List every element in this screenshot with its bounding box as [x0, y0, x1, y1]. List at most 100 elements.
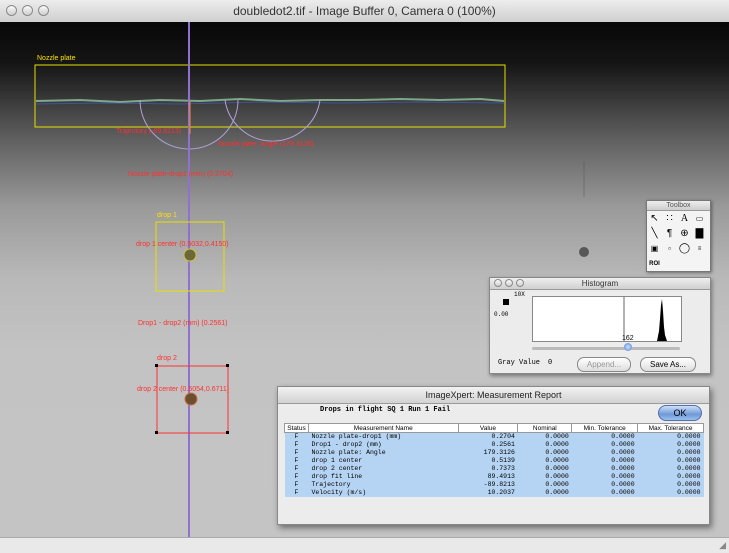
trajectory-label: Trajectory (-89.8213) — [116, 128, 182, 135]
toolbox-palette[interactable]: Toolbox ↖ ∷ A ▭ ╲ ¶ ⊕ ▇ ▣ ▫ ◯ ≡ ROI — [646, 200, 711, 272]
min-tolerance-cell: 0.0000 — [571, 432, 638, 441]
histogram-slider-value: 162 — [622, 335, 634, 342]
name-cell: Nozzle plate: Angle — [308, 449, 458, 457]
max-tolerance-cell: 0.0000 — [637, 481, 704, 489]
nominal-cell: 0.0000 — [517, 481, 572, 489]
min-tolerance-cell: 0.0000 — [571, 441, 638, 449]
value-cell: -89.8213 — [458, 481, 518, 489]
table-row[interactable]: F drop 2 center 0.7373 0.0000 0.0000 0.0… — [284, 465, 704, 473]
line-tool-icon[interactable]: ╲ — [647, 227, 662, 241]
histogram-zero-label: 0.00 — [494, 311, 509, 318]
histogram-color-swatch[interactable] — [503, 299, 509, 305]
status-cell: F — [284, 432, 309, 441]
grid-tool-icon[interactable]: ∷ — [662, 212, 677, 226]
nominal-cell: 0.0000 — [517, 457, 572, 465]
min-tolerance-cell: 0.0000 — [571, 473, 638, 481]
value-cell: 89.4913 — [458, 473, 518, 481]
measurement-table[interactable]: Status Measurement Name Value Nominal Mi… — [284, 423, 704, 497]
nominal-cell: 0.0000 — [517, 432, 572, 441]
min-tolerance-cell: 0.0000 — [571, 481, 638, 489]
window-bottom-bar: ◢ — [0, 537, 729, 553]
histogram-ymax-label: 10X — [514, 291, 525, 298]
drop-distance-label: Drop1 - drop2 (mm) (0.2561) — [138, 320, 228, 327]
save-as-button[interactable]: Save As... — [640, 357, 696, 372]
table-row[interactable]: F Velocity (m/s) 10.2037 0.0000 0.0000 0… — [284, 489, 704, 497]
gray-value: 0 — [548, 359, 553, 367]
pointer-tool-icon[interactable]: ↖ — [647, 212, 662, 226]
paragraph-tool-icon[interactable]: ¶ — [662, 227, 677, 241]
histogram-window[interactable]: Histogram 10X 0.00 162 Gray Value 0 Appe… — [489, 277, 711, 374]
column-header[interactable]: Measurement Name — [307, 423, 459, 433]
status-cell: F — [284, 481, 309, 489]
histogram-title: Histogram — [581, 279, 619, 288]
max-tolerance-cell: 0.0000 — [637, 449, 704, 457]
roi-tool[interactable]: ROI — [647, 257, 662, 271]
histogram-close-button[interactable] — [494, 279, 502, 287]
status-cell: F — [284, 441, 309, 449]
resize-grip-icon[interactable]: ◢ — [719, 540, 726, 551]
nominal-cell: 0.0000 — [517, 441, 572, 449]
histogram-plot — [532, 296, 682, 342]
table-row[interactable]: F drop fit line 89.4913 0.0000 0.0000 0.… — [284, 473, 704, 481]
drop1-marker — [183, 248, 197, 262]
profile-tool-icon[interactable]: ▣ — [647, 242, 662, 256]
column-header[interactable]: Nominal — [517, 423, 573, 433]
ok-button[interactable]: OK — [658, 405, 702, 421]
drop1-center-label: drop 1 center (0.5032,0.4150) — [136, 241, 229, 248]
max-tolerance-cell: 0.0000 — [637, 473, 704, 481]
table-row[interactable]: F Nozzle plate: Angle 179.3126 0.0000 0.… — [284, 449, 704, 457]
measure-tool-icon[interactable]: ▫ — [662, 242, 677, 256]
camera-tool-icon[interactable]: ▭ — [692, 212, 707, 226]
circle-tool-icon[interactable]: ◯ — [677, 242, 692, 256]
nozzle-plate-angle-label: Nozzle plate: Angle (179.3126) — [218, 141, 314, 148]
column-header[interactable]: Value — [457, 423, 519, 433]
append-button[interactable]: Append... — [577, 357, 631, 372]
nozzle-angle-arc — [224, 99, 321, 142]
column-header[interactable]: Min. Tolerance — [571, 423, 639, 433]
max-tolerance-cell: 0.0000 — [637, 465, 704, 473]
histogram-minimize-button[interactable] — [505, 279, 513, 287]
histogram-slider-track[interactable] — [532, 347, 680, 350]
histogram-titlebar[interactable]: Histogram — [490, 278, 710, 290]
table-row[interactable]: F Nozzle plate-drop1 (mm) 0.2704 0.0000 … — [284, 432, 704, 441]
report-summary: Drops in flight SQ 1 Run 1 Fail — [320, 406, 451, 414]
window-title: doubledot2.tif - Image Buffer 0, Camera … — [233, 4, 496, 18]
status-cell: F — [284, 489, 309, 497]
min-tolerance-cell: 0.0000 — [571, 449, 638, 457]
value-cell: 0.2704 — [458, 432, 518, 441]
nominal-cell: 0.0000 — [517, 489, 572, 497]
name-cell: drop fit line — [308, 473, 458, 481]
crosshair-tool-icon[interactable]: ⊕ — [677, 227, 692, 241]
gray-value-label: Gray Value — [498, 359, 541, 367]
status-cell: F — [284, 465, 309, 473]
measurement-report-window[interactable]: ImageXpert: Measurement Report Drops in … — [277, 386, 710, 525]
table-row[interactable]: F drop 1 center 0.5139 0.0000 0.0000 0.0… — [284, 457, 704, 465]
name-cell: Velocity (m/s) — [308, 489, 458, 497]
table-tool-icon[interactable]: ≡ — [692, 242, 707, 256]
status-cell: F — [284, 449, 309, 457]
nozzle-plate-edge-line — [35, 97, 505, 104]
max-tolerance-cell: 0.0000 — [637, 457, 704, 465]
value-cell: 0.2561 — [458, 441, 518, 449]
name-cell: Nozzle plate-drop1 (mm) — [308, 432, 458, 441]
table-row[interactable]: F Trajectory -89.8213 0.0000 0.0000 0.00… — [284, 481, 704, 489]
main-window-titlebar[interactable]: doubledot2.tif - Image Buffer 0, Camera … — [0, 0, 729, 23]
name-cell: drop 2 center — [308, 465, 458, 473]
name-cell: Trajectory — [308, 481, 458, 489]
text-tool-icon[interactable]: A — [677, 212, 692, 226]
toolbox-title: Toolbox — [647, 201, 710, 211]
value-cell: 10.2037 — [458, 489, 518, 497]
table-row[interactable]: F Drop1 - drop2 (mm) 0.2561 0.0000 0.000… — [284, 441, 704, 449]
nominal-cell: 0.0000 — [517, 465, 572, 473]
min-tolerance-cell: 0.0000 — [571, 457, 638, 465]
min-tolerance-cell: 0.0000 — [571, 489, 638, 497]
drop2-marker — [184, 392, 198, 406]
nozzle-plate-roi — [34, 64, 506, 128]
column-header[interactable]: Max. Tolerance — [637, 423, 704, 433]
histogram-slider-thumb[interactable] — [624, 343, 632, 351]
drop1-label: drop 1 — [157, 212, 177, 219]
nominal-cell: 0.0000 — [517, 449, 572, 457]
histogram-tool-icon[interactable]: ▇ — [692, 227, 707, 241]
histogram-zoom-button[interactable] — [516, 279, 524, 287]
column-header[interactable]: Status — [284, 423, 309, 433]
